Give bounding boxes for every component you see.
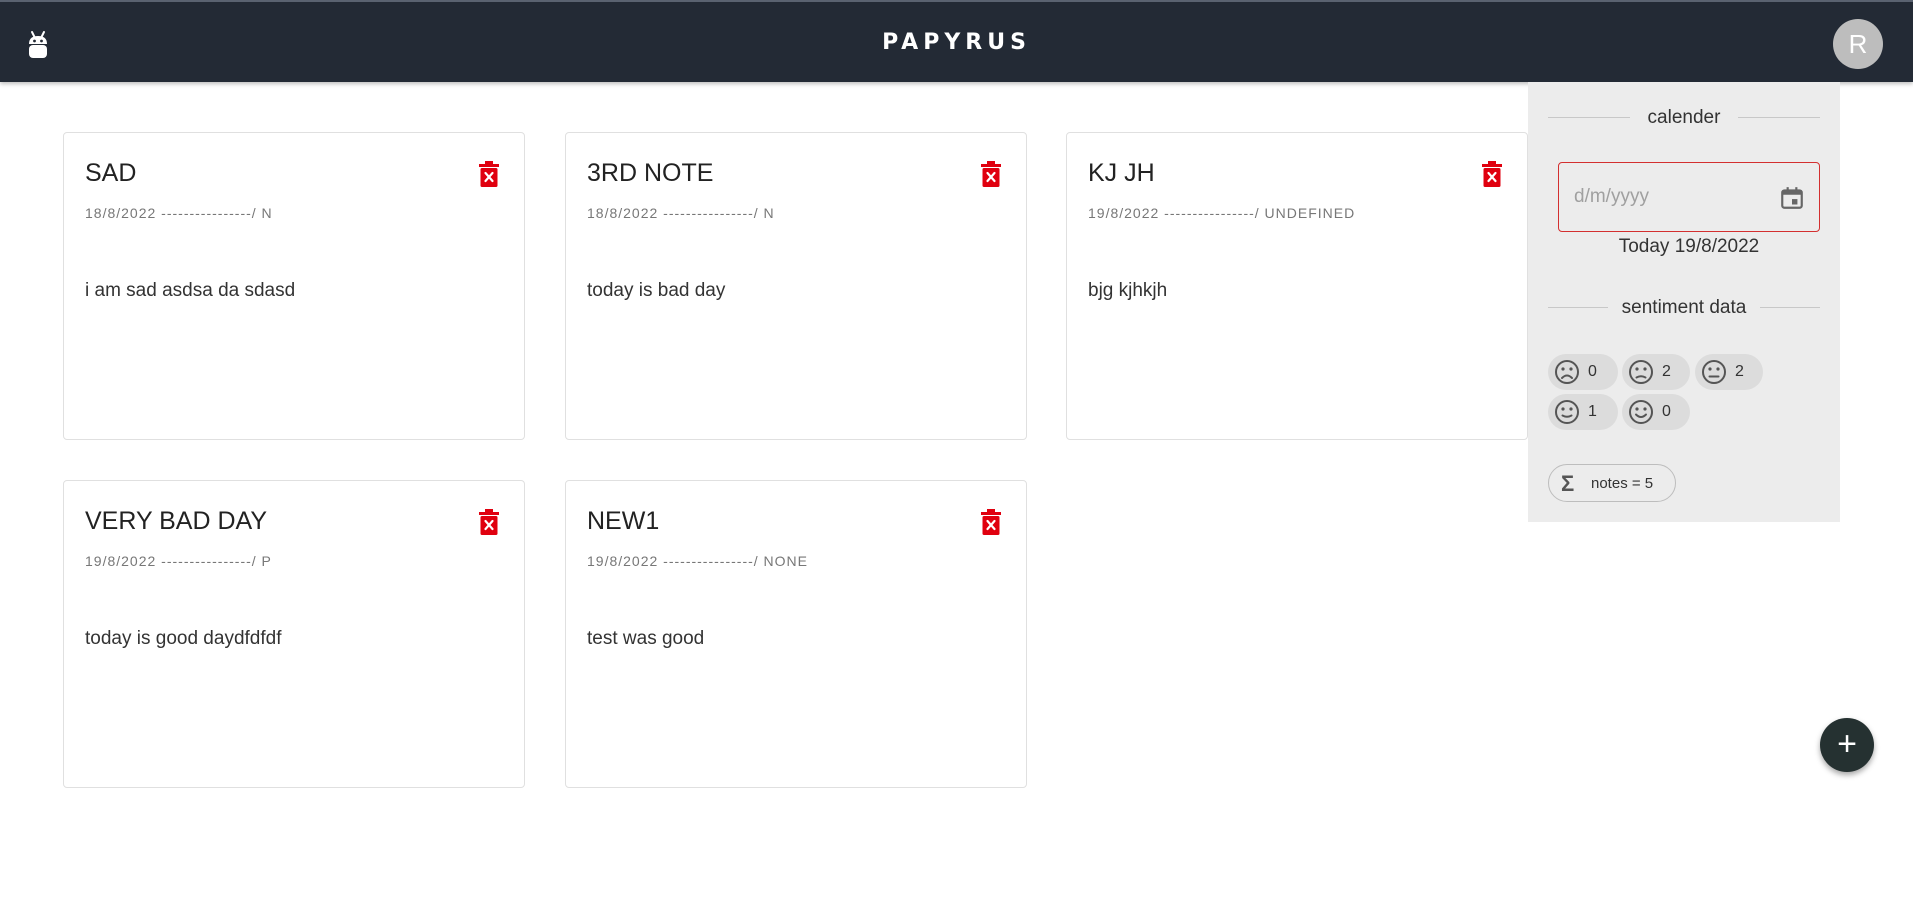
delete-note-icon[interactable] xyxy=(1480,160,1504,188)
calendar-divider: calender xyxy=(1548,107,1820,128)
note-body: i am sad asdsa da sdasd xyxy=(85,280,296,301)
note-body: today is good daydfdfdf xyxy=(85,628,282,649)
sentiment-chip[interactable]: 2 xyxy=(1695,354,1763,390)
delete-note-icon[interactable] xyxy=(477,508,501,536)
sigma-icon: Σ xyxy=(1561,471,1575,496)
sentiment-count: 0 xyxy=(1588,363,1597,380)
note-meta: 19/8/2022 ----------------/ NONE xyxy=(587,553,808,569)
sidebar-panel: calender Today 19/8/2022 sentiment data … xyxy=(1528,82,1840,522)
app-title: PAPYRUS xyxy=(882,30,1031,55)
app-bar: PAPYRUS R xyxy=(0,0,1913,82)
note-meta: 18/8/2022 ----------------/ N xyxy=(587,205,775,221)
sentiment-count: 0 xyxy=(1662,403,1671,420)
note-card[interactable]: KJ JH 19/8/2022 ----------------/ UNDEFI… xyxy=(1066,132,1528,440)
sentiment-chip[interactable]: 2 xyxy=(1622,354,1690,390)
sentiment-chip[interactable]: 0 xyxy=(1622,394,1690,430)
neutral-face-icon xyxy=(1702,360,1726,384)
note-card[interactable]: SAD 18/8/2022 ----------------/ N i am s… xyxy=(63,132,525,440)
notes-total-chip[interactable]: Σ notes = 5 xyxy=(1548,464,1676,502)
note-card[interactable]: NEW1 19/8/2022 ----------------/ NONE te… xyxy=(565,480,1027,788)
user-avatar[interactable]: R xyxy=(1833,19,1883,69)
note-body: bjg kjhkjh xyxy=(1088,280,1168,301)
delete-note-icon[interactable] xyxy=(979,508,1003,536)
sentiment-chip[interactable]: 0 xyxy=(1548,354,1618,390)
sentiment-divider: sentiment data xyxy=(1548,297,1820,318)
note-title: SAD xyxy=(85,159,137,187)
delete-note-icon[interactable] xyxy=(477,160,501,188)
note-body: today is bad day xyxy=(587,280,726,301)
note-title: KJ JH xyxy=(1088,159,1155,187)
sentiment-count: 2 xyxy=(1735,363,1744,380)
very-sad-face-icon xyxy=(1555,360,1579,384)
sad-face-icon xyxy=(1629,360,1653,384)
sentiment-heading: sentiment data xyxy=(1607,297,1761,318)
sentiment-chip[interactable]: 1 xyxy=(1548,394,1618,430)
date-input[interactable] xyxy=(1574,163,1774,231)
today-date: Today 19/8/2022 xyxy=(1618,236,1760,257)
add-note-button[interactable]: + xyxy=(1820,718,1874,772)
note-card[interactable]: 3RD NOTE 18/8/2022 ----------------/ N t… xyxy=(565,132,1027,440)
calendar-heading: calender xyxy=(1633,107,1735,128)
android-logo-icon[interactable] xyxy=(26,30,50,60)
note-title: 3RD NOTE xyxy=(587,159,714,187)
note-body: test was good xyxy=(587,628,705,649)
note-title: VERY BAD DAY xyxy=(85,507,268,535)
sentiment-count: 1 xyxy=(1588,403,1597,420)
note-meta: 18/8/2022 ----------------/ N xyxy=(85,205,273,221)
happy-face-icon xyxy=(1629,400,1653,424)
date-field[interactable] xyxy=(1558,162,1820,232)
note-card[interactable]: VERY BAD DAY 19/8/2022 ----------------/… xyxy=(63,480,525,788)
note-meta: 19/8/2022 ----------------/ P xyxy=(85,553,272,569)
delete-note-icon[interactable] xyxy=(979,160,1003,188)
calendar-icon[interactable] xyxy=(1779,185,1805,211)
slightly-happy-face-icon xyxy=(1555,400,1579,424)
note-title: NEW1 xyxy=(587,507,660,535)
note-meta: 19/8/2022 ----------------/ UNDEFINED xyxy=(1088,205,1356,221)
notes-total: notes = 5 xyxy=(1591,475,1654,492)
sentiment-count: 2 xyxy=(1662,363,1671,380)
